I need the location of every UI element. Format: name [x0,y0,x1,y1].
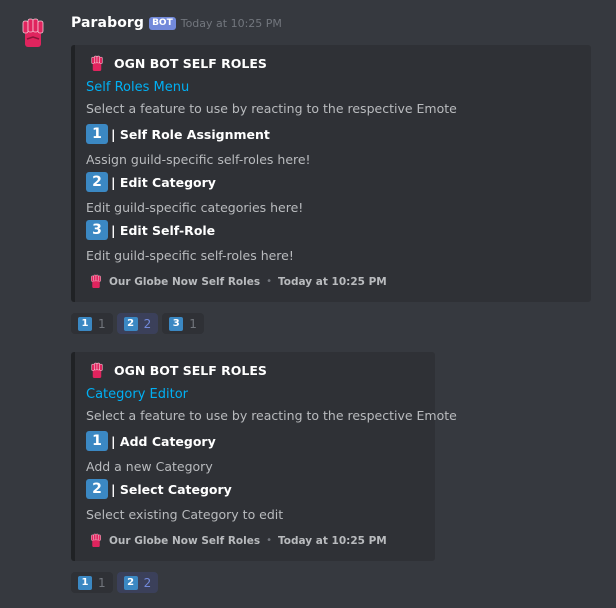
reaction-button[interactable]: 2 2 [116,313,159,334]
field-name: 3 | Edit Self-Role [86,220,215,240]
avatar[interactable] [16,16,50,50]
bot-badge: BOT [149,16,176,30]
field-name: 2 | Edit Category [86,172,216,192]
embed-description: Select a feature to use by reacting to t… [86,101,457,116]
embed-footer: Our Globe Now Self Roles • Today at 10:2… [89,533,387,548]
field-value: Edit guild-specific self-roles here! [86,248,294,263]
keycap-1-icon: 1 [86,124,108,144]
footer-separator: • [266,276,272,287]
raised-fist-icon [91,274,101,289]
field-name-label: | Edit Category [111,174,216,190]
keycap-2-icon: 2 [123,575,138,590]
reactions-bar: 1 1 2 2 3 1 [71,313,204,334]
reaction-button[interactable]: 2 2 [116,572,159,593]
field-value: Assign guild-specific self-roles here! [86,152,311,167]
embed-title[interactable]: Category Editor [86,387,188,402]
embed-self-roles-menu: OGN BOT SELF ROLES Self Roles Menu Selec… [71,45,591,302]
keycap-1-icon: 1 [78,575,92,590]
reaction-button[interactable]: 1 1 [71,313,113,334]
reaction-button[interactable]: 3 1 [162,313,204,334]
field-name: 2 | Select Category [86,479,232,499]
reaction-count: 1 [189,316,197,331]
message-timestamp[interactable]: Today at 10:25 PM [181,17,282,30]
keycap-1-icon: 1 [78,316,92,331]
footer-timestamp: Today at 10:25 PM [278,534,387,547]
keycap-3-icon: 3 [86,220,108,240]
message-header: Paraborg BOT Today at 10:25 PM [71,15,282,31]
embed-title[interactable]: Self Roles Menu [86,80,189,95]
embed-author-name: OGN BOT SELF ROLES [114,363,267,378]
raised-fist-icon [91,533,101,548]
field-name-label: | Select Category [111,481,232,497]
field-name-label: | Add Category [111,433,216,449]
reaction-count: 2 [143,316,152,331]
raised-fist-icon [91,55,103,71]
keycap-3-icon: 3 [169,316,184,331]
reaction-count: 2 [143,575,152,590]
footer-text: Our Globe Now Self Roles [109,275,261,288]
footer-timestamp: Today at 10:25 PM [278,275,387,288]
field-name-label: | Edit Self-Role [111,222,216,238]
embed-author: OGN BOT SELF ROLES [89,55,267,72]
embed-footer: Our Globe Now Self Roles • Today at 10:2… [89,274,387,289]
reactions-bar: 1 1 2 2 [71,572,159,593]
field-name: 1 | Add Category [86,431,216,451]
field-value: Edit guild-specific categories here! [86,200,304,215]
keycap-2-icon: 2 [86,479,108,499]
field-name-label: | Self Role Assignment [111,126,270,142]
reaction-count: 1 [98,575,106,590]
keycap-2-icon: 2 [86,172,108,192]
keycap-1-icon: 1 [86,431,108,451]
embed-author: OGN BOT SELF ROLES [89,362,267,379]
field-value: Select existing Category to edit [86,507,284,522]
field-value: Add a new Category [86,459,213,474]
field-name: 1 | Self Role Assignment [86,124,270,144]
reaction-count: 1 [98,316,106,331]
keycap-2-icon: 2 [123,316,138,331]
raised-fist-icon [22,18,44,47]
footer-separator: • [266,535,272,546]
footer-text: Our Globe Now Self Roles [109,534,261,547]
reaction-button[interactable]: 1 1 [71,572,113,593]
raised-fist-icon [91,362,103,378]
embed-author-name: OGN BOT SELF ROLES [114,56,267,71]
username[interactable]: Paraborg [71,15,144,31]
embed-description: Select a feature to use by reacting to t… [86,408,457,423]
embed-category-editor: OGN BOT SELF ROLES Category Editor Selec… [71,352,457,561]
